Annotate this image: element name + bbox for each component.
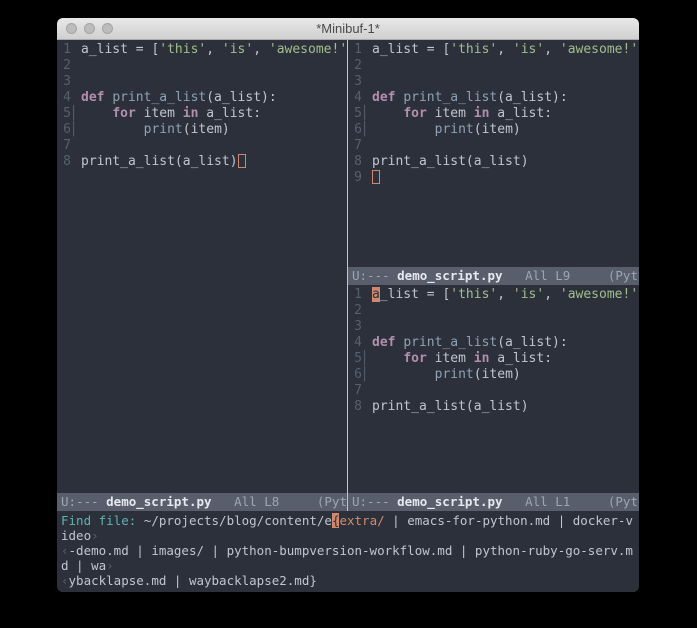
line-number: 5	[348, 351, 364, 367]
arrow-right-icon: ›	[106, 558, 114, 573]
line-number: 3	[57, 74, 73, 90]
line-number: 4	[348, 335, 364, 351]
window-title: *Minibuf-1*	[57, 21, 639, 36]
split-row: 1a_list = ['this', 'is', 'awesome!'] 2 3…	[57, 40, 639, 511]
line-number: 3	[348, 319, 364, 335]
arrow-right-icon: ›	[91, 528, 99, 543]
line-number: 8	[348, 399, 364, 415]
pane-right-bottom[interactable]: 1a_list = ['this', 'is', 'awesome!'] 2 3…	[348, 285, 639, 511]
line-number: 9	[348, 170, 364, 186]
titlebar[interactable]: *Minibuf-1*	[57, 18, 639, 40]
ido-first-match: extra/	[339, 513, 384, 528]
line-number: 1	[348, 42, 364, 58]
line-number: 7	[57, 138, 73, 154]
close-icon[interactable]	[66, 23, 77, 34]
zoom-icon[interactable]	[102, 23, 113, 34]
minimize-icon[interactable]	[84, 23, 95, 34]
pane-right: 1a_list = ['this', 'is', 'awesome!'] 2 3…	[348, 40, 639, 511]
app-window: *Minibuf-1* 1a_list = ['this', 'is', 'aw…	[57, 18, 639, 592]
pane-right-top[interactable]: 1a_list = ['this', 'is', 'awesome!'] 2 3…	[348, 40, 639, 285]
line-number: 6	[348, 122, 364, 138]
arrow-left-icon: ‹	[61, 573, 69, 588]
line-number: 2	[57, 58, 73, 74]
traffic-lights	[57, 23, 113, 34]
cursor-icon	[372, 170, 380, 184]
modeline-right-top[interactable]: U:--- demo_script.py All L9 (Pyth	[348, 267, 639, 285]
code-area-right-top[interactable]: 1a_list = ['this', 'is', 'awesome!'] 2 3…	[348, 40, 639, 267]
line-number: 1	[348, 287, 364, 303]
line-number: 2	[348, 58, 364, 74]
line-number: 5	[57, 106, 73, 122]
line-number: 4	[57, 90, 73, 106]
code-area-left[interactable]: 1a_list = ['this', 'is', 'awesome!'] 2 3…	[57, 40, 347, 493]
line-number: 4	[348, 90, 364, 106]
line-number: 7	[348, 138, 364, 154]
minibuffer-prompt: Find file:	[61, 513, 144, 528]
line-number: 2	[348, 303, 364, 319]
arrow-left-icon: ‹	[61, 543, 69, 558]
minibuffer-path: ~/projects/blog/content/e	[144, 513, 332, 528]
cursor-icon: a	[372, 287, 380, 302]
code-area-right-bottom[interactable]: 1a_list = ['this', 'is', 'awesome!'] 2 3…	[348, 285, 639, 493]
line-number: 1	[57, 42, 73, 58]
line-number: 6	[348, 367, 364, 383]
minibuffer[interactable]: Find file: ~/projects/blog/content/e{ext…	[57, 511, 639, 592]
line-number: 7	[348, 383, 364, 399]
modeline-right-bottom[interactable]: U:--- demo_script.py All L1 (Pyth	[348, 493, 639, 511]
line-number: 3	[348, 74, 364, 90]
modeline-left[interactable]: U:--- demo_script.py All L8 (Pytho	[57, 493, 347, 511]
line-number: 8	[57, 154, 73, 170]
line-number: 8	[348, 154, 364, 170]
line-number: 6	[57, 122, 73, 138]
editor: 1a_list = ['this', 'is', 'awesome!'] 2 3…	[57, 40, 639, 592]
pane-left[interactable]: 1a_list = ['this', 'is', 'awesome!'] 2 3…	[57, 40, 348, 511]
line-number: 5	[348, 106, 364, 122]
cursor-icon	[238, 154, 246, 168]
